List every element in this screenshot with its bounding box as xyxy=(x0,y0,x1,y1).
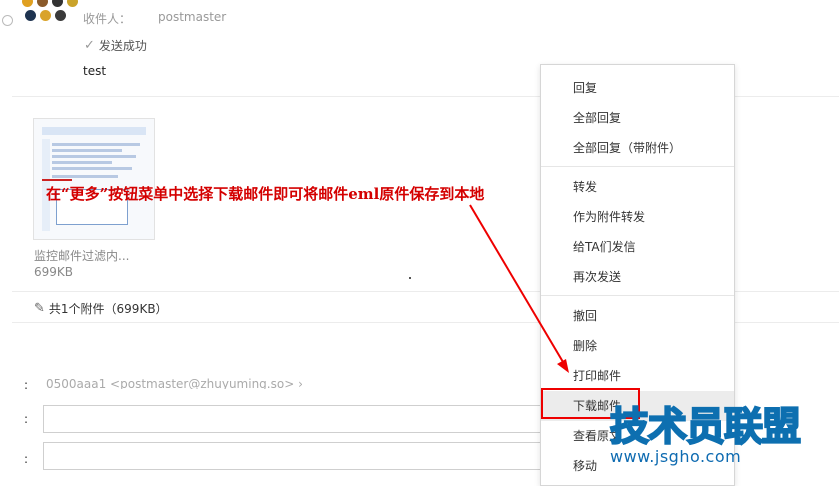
watermark: 技术员联盟 www.jsgho.com xyxy=(609,405,802,466)
arrow-line xyxy=(469,204,564,363)
annotation-arrow xyxy=(469,204,569,373)
watermark-url: www.jsgho.com xyxy=(610,447,742,466)
watermark-title: 技术员联盟 xyxy=(609,405,802,450)
arrow-head xyxy=(557,359,569,373)
